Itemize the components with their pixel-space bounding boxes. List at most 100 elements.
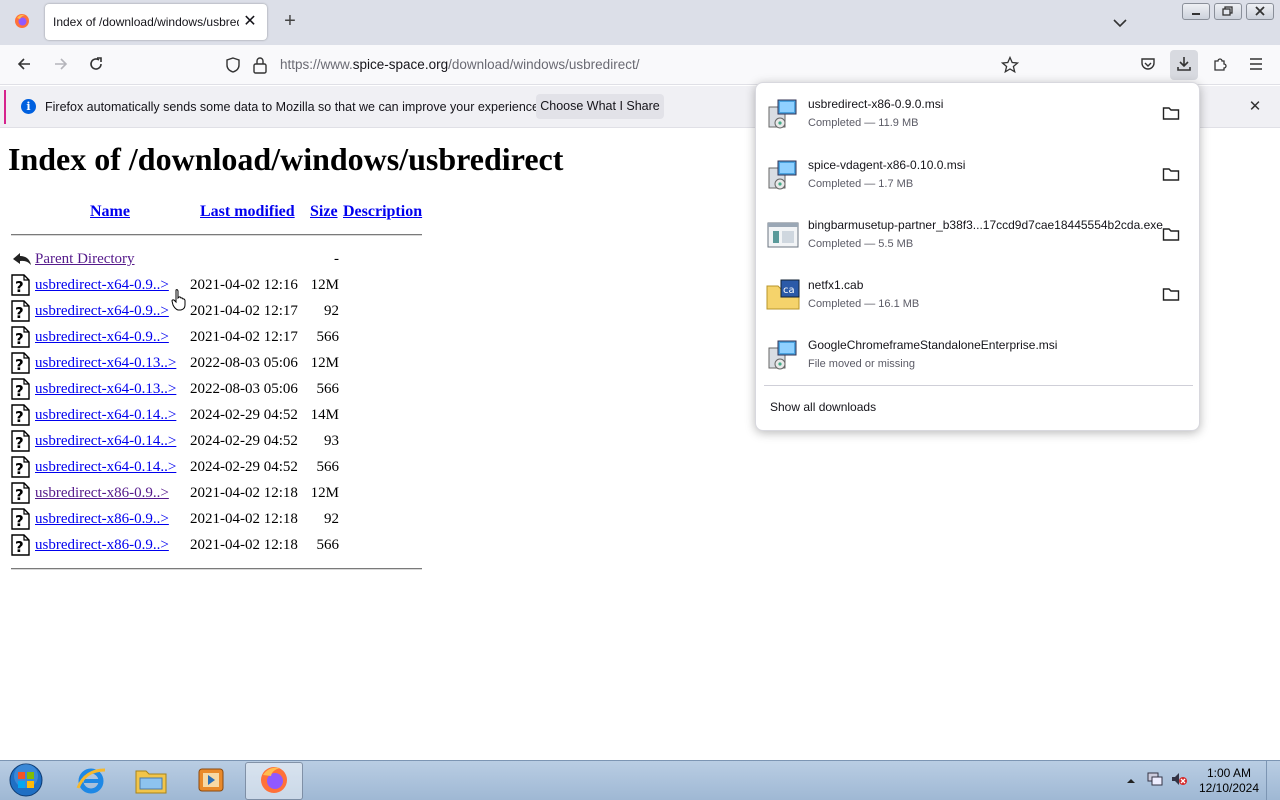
download-item[interactable]: bingbarmusetup-partner_b38f3...17ccd9d7c… bbox=[756, 204, 1201, 264]
pocket-button[interactable] bbox=[1135, 53, 1161, 77]
choose-what-i-share-button[interactable]: Choose What I Share bbox=[536, 94, 664, 119]
show-desktop-button[interactable] bbox=[1266, 761, 1280, 800]
taskbar-media-player[interactable] bbox=[182, 762, 240, 800]
file-size: 12M bbox=[310, 485, 339, 501]
media-player-icon bbox=[196, 765, 226, 798]
navigation-toolbar: https://www.spice-space.org/download/win… bbox=[0, 45, 1280, 85]
show-all-downloads-button[interactable]: Show all downloads bbox=[770, 400, 876, 414]
parent-directory-link[interactable]: Parent Directory bbox=[35, 251, 135, 268]
download-item[interactable]: usbredirect-x86-0.9.0.msi Completed — 11… bbox=[756, 83, 1201, 143]
taskbar-file-explorer[interactable] bbox=[122, 762, 180, 800]
unknown-file-icon: ? bbox=[11, 508, 31, 530]
file-link[interactable]: usbredirect-x64-0.13..> bbox=[35, 381, 176, 398]
download-status: Completed — 5.5 MB bbox=[808, 238, 914, 250]
unknown-file-icon: ? bbox=[11, 404, 31, 426]
download-status: Completed — 11.9 MB bbox=[808, 117, 919, 129]
file-row: ? usbredirect-x64-0.13..> 2022-08-03 05:… bbox=[11, 378, 431, 402]
file-row: ? usbredirect-x86-0.9..> 2021-04-02 12:1… bbox=[11, 508, 431, 532]
download-item[interactable]: GoogleChromeframeStandaloneEnterprise.ms… bbox=[756, 324, 1201, 384]
sort-by-description-link[interactable]: Description bbox=[343, 203, 422, 220]
file-link[interactable]: usbredirect-x86-0.9..> bbox=[35, 537, 169, 554]
column-header-size[interactable]: Size bbox=[310, 203, 338, 221]
tray-clock[interactable]: 1:00 AM 12/10/2024 bbox=[1196, 766, 1262, 796]
folder-icon[interactable] bbox=[1162, 105, 1182, 123]
file-row: ? usbredirect-x64-0.14..> 2024-02-29 04:… bbox=[11, 456, 431, 480]
taskbar-internet-explorer[interactable] bbox=[62, 762, 120, 800]
window-close-button[interactable] bbox=[1246, 3, 1274, 20]
file-row: ? usbredirect-x64-0.9..> 2021-04-02 12:1… bbox=[11, 274, 431, 298]
file-size: 566 bbox=[316, 459, 340, 475]
notification-close-icon[interactable]: ✕ bbox=[1246, 98, 1264, 116]
file-row: ? usbredirect-x64-0.14..> 2024-02-29 04:… bbox=[11, 404, 431, 428]
tray-network-button[interactable] bbox=[1146, 771, 1164, 789]
file-link[interactable]: usbredirect-x64-0.13..> bbox=[35, 355, 176, 372]
start-button[interactable] bbox=[0, 762, 52, 800]
sort-by-modified-link[interactable]: Last modified bbox=[200, 203, 295, 220]
file-link[interactable]: usbredirect-x86-0.9..> bbox=[35, 511, 169, 528]
app-menu-button[interactable] bbox=[1243, 53, 1269, 77]
bookmark-star-icon[interactable] bbox=[1000, 55, 1020, 77]
close-tab-icon[interactable]: ✕ bbox=[241, 13, 259, 31]
network-icon bbox=[1146, 771, 1164, 790]
file-link[interactable]: usbredirect-x64-0.14..> bbox=[35, 459, 176, 476]
download-status: Completed — 1.7 MB bbox=[808, 178, 914, 190]
file-link[interactable]: usbredirect-x64-0.9..> bbox=[35, 329, 169, 346]
forward-button[interactable] bbox=[48, 53, 74, 77]
new-tab-button[interactable]: + bbox=[279, 10, 301, 32]
clock-date: 12/10/2024 bbox=[1198, 781, 1260, 795]
url-text[interactable]: https://www.spice-space.org/download/win… bbox=[280, 57, 639, 72]
chevron-up-icon bbox=[1126, 773, 1136, 788]
download-filename: bingbarmusetup-partner_b38f3...17ccd9d7c… bbox=[808, 218, 1163, 232]
taskbar-firefox[interactable] bbox=[245, 762, 303, 800]
folder-icon[interactable] bbox=[1162, 286, 1182, 304]
cab-archive-icon: ca bbox=[766, 278, 800, 312]
column-header-description[interactable]: Description bbox=[343, 203, 422, 221]
folder-icon[interactable] bbox=[1162, 166, 1182, 184]
file-size: 12M bbox=[310, 277, 339, 293]
lock-icon[interactable] bbox=[252, 56, 268, 77]
minimize-button[interactable] bbox=[1182, 3, 1210, 20]
folder-icon[interactable] bbox=[1162, 226, 1182, 244]
tab-active[interactable]: Index of /download/windows/usbredirect/ … bbox=[45, 4, 267, 40]
sort-by-name-link[interactable]: Name bbox=[90, 203, 130, 220]
svg-text:?: ? bbox=[15, 512, 24, 530]
file-size: 92 bbox=[324, 303, 339, 319]
svg-text:?: ? bbox=[15, 278, 24, 296]
column-header-name[interactable]: Name bbox=[90, 203, 130, 221]
notification-text: Firefox automatically sends some data to… bbox=[45, 100, 543, 114]
file-link[interactable]: usbredirect-x64-0.14..> bbox=[35, 433, 176, 450]
url-path: /download/windows/usbredirect/ bbox=[448, 57, 640, 72]
restore-button[interactable] bbox=[1214, 3, 1242, 20]
minimize-icon bbox=[1191, 4, 1201, 19]
column-header-modified[interactable]: Last modified bbox=[200, 203, 295, 221]
downloads-button[interactable] bbox=[1170, 50, 1198, 80]
firefox-view-button[interactable] bbox=[0, 0, 44, 45]
tray-volume-button[interactable] bbox=[1170, 771, 1188, 789]
info-icon: i bbox=[21, 99, 36, 114]
file-row: ? usbredirect-x64-0.9..> 2021-04-02 12:1… bbox=[11, 326, 431, 350]
svg-text:?: ? bbox=[15, 486, 24, 504]
clock-time: 1:00 AM bbox=[1206, 766, 1252, 780]
list-all-tabs-button[interactable] bbox=[1109, 12, 1131, 34]
file-link[interactable]: usbredirect-x64-0.9..> bbox=[35, 303, 169, 320]
svg-text:?: ? bbox=[15, 434, 24, 452]
url-bar[interactable]: https://www.spice-space.org/download/win… bbox=[218, 49, 1036, 81]
reload-button[interactable] bbox=[83, 53, 109, 77]
download-item[interactable]: spice-vdagent-x86-0.10.0.msi Completed —… bbox=[756, 144, 1201, 204]
show-hidden-icons-button[interactable] bbox=[1122, 771, 1140, 789]
download-status: File moved or missing bbox=[808, 358, 915, 370]
extensions-button[interactable] bbox=[1207, 53, 1233, 77]
msi-installer-icon bbox=[766, 97, 800, 131]
file-link[interactable]: usbredirect-x64-0.9..> bbox=[35, 277, 169, 294]
file-size: 93 bbox=[324, 433, 339, 449]
sort-by-size-link[interactable]: Size bbox=[310, 203, 338, 220]
download-item[interactable]: ca netfx1.cab Completed — 16.1 MB bbox=[756, 264, 1201, 324]
back-button[interactable] bbox=[11, 53, 37, 77]
msi-installer-icon bbox=[766, 338, 800, 372]
shield-icon[interactable] bbox=[224, 56, 242, 77]
file-link[interactable]: usbredirect-x86-0.9..> bbox=[35, 485, 169, 502]
svg-text:?: ? bbox=[15, 304, 24, 322]
download-status: Completed — 16.1 MB bbox=[808, 298, 920, 310]
file-link[interactable]: usbredirect-x64-0.14..> bbox=[35, 407, 176, 424]
download-filename: usbredirect-x86-0.9.0.msi bbox=[808, 97, 944, 111]
